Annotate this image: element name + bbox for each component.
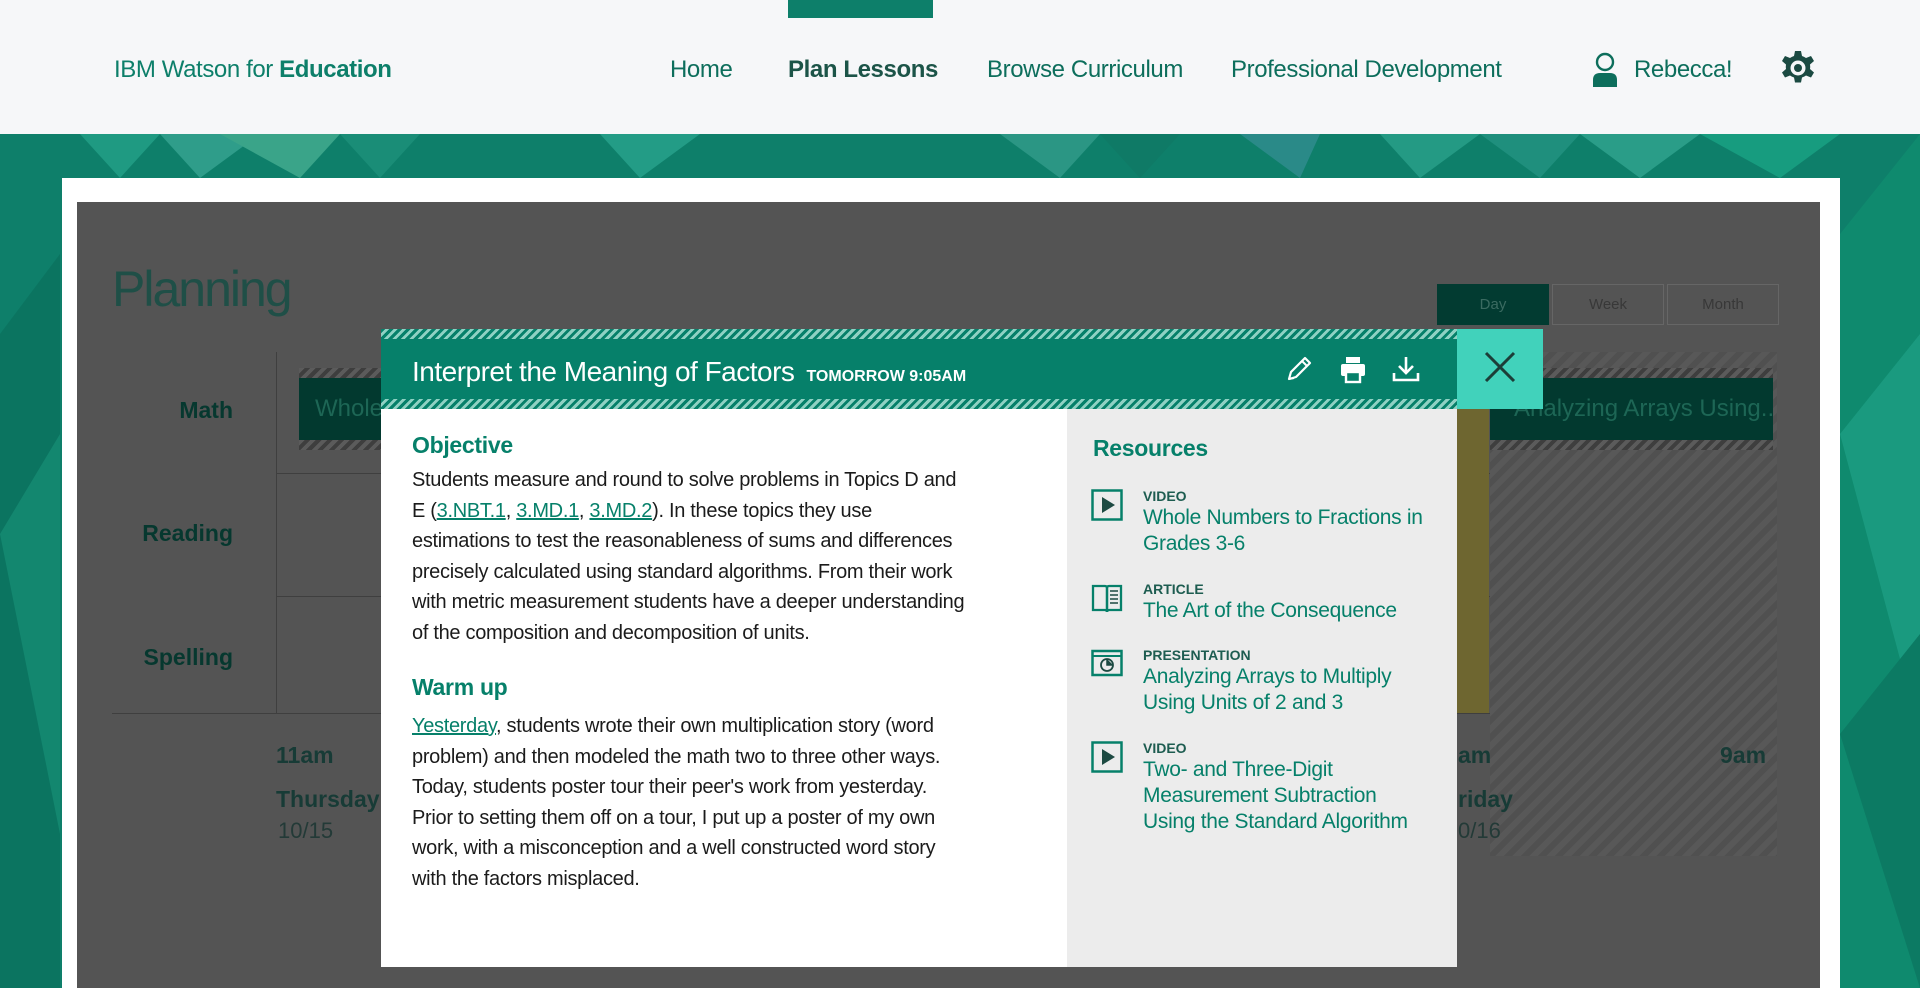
resource-type: ARTICLE: [1143, 581, 1204, 597]
lesson-details: Objective Students measure and round to …: [412, 432, 972, 894]
resource-title[interactable]: The Art of the Consequence: [1143, 598, 1433, 624]
lesson-title: Interpret the Meaning of Factors: [412, 356, 795, 387]
resource-type: PRESENTATION: [1143, 647, 1251, 663]
nav-plan-lessons[interactable]: Plan Lessons: [788, 56, 938, 84]
row-label-spelling: Spelling: [143, 644, 233, 670]
event-bar: [1457, 409, 1489, 713]
brand-bold: Education: [279, 56, 392, 83]
lesson-modal: Interpret the Meaning of Factors TOMORRO…: [381, 329, 1457, 967]
column-day-label: riday: [1458, 786, 1513, 812]
active-nav-indicator: [788, 0, 933, 18]
event-hatch: [1490, 440, 1773, 450]
brand-prefix: IBM Watson for: [114, 56, 280, 83]
resource-title[interactable]: Analyzing Arrays to Multiply Using Units…: [1143, 664, 1433, 716]
close-modal-button[interactable]: [1457, 329, 1543, 409]
edit-pencil-icon[interactable]: [1281, 351, 1317, 387]
close-icon: [1484, 351, 1516, 383]
column-date-label: 0/16: [1458, 818, 1501, 843]
yesterday-link[interactable]: Yesterday: [412, 715, 496, 737]
user-name: Rebecca!: [1634, 56, 1733, 83]
presentation-icon: [1091, 649, 1123, 677]
column-time-label: 9am: [1720, 742, 1767, 768]
standard-link-3md1[interactable]: 3.MD.1: [516, 500, 579, 522]
resource-type: VIDEO: [1143, 740, 1187, 756]
separator: ,: [578, 499, 590, 522]
page-title: Planning: [112, 261, 293, 317]
warmup-heading: Warm up: [412, 674, 508, 700]
video-play-icon: [1091, 489, 1123, 521]
event-whole[interactable]: Whole: [299, 378, 381, 440]
book-icon: [1091, 584, 1123, 613]
video-play-icon: [1091, 741, 1123, 773]
column-time-label: am: [1458, 742, 1492, 768]
standard-link-3nbt1[interactable]: 3.NBT.1: [437, 500, 506, 522]
resource-type: VIDEO: [1143, 488, 1187, 504]
standard-link-3md2[interactable]: 3.MD.2: [589, 500, 652, 522]
resources-heading: Resources: [1093, 435, 1208, 461]
modal-title: Interpret the Meaning of Factors TOMORRO…: [412, 356, 966, 388]
view-switcher: Day Week Month: [1437, 284, 1779, 325]
row-label-math: Math: [179, 397, 233, 423]
event-hatch: [299, 368, 381, 378]
lesson-time: TOMORROW 9:05AM: [806, 368, 967, 385]
modal-header-hatch: [381, 329, 1457, 339]
user-icon: [1593, 52, 1617, 87]
user-menu[interactable]: Rebecca!: [1590, 50, 1733, 90]
print-icon[interactable]: [1335, 351, 1371, 387]
separator: ,: [505, 499, 517, 522]
column-day-label: Thursday: [276, 786, 380, 812]
grid-divider: [276, 352, 277, 714]
column-time-label: 11am: [276, 742, 334, 768]
warmup-text: Yesterday, students wrote their own mult…: [412, 711, 972, 894]
top-header: IBM Watson for Education Home Plan Lesso…: [0, 0, 1920, 134]
view-day-button[interactable]: Day: [1437, 284, 1549, 325]
nav-professional-development[interactable]: Professional Development: [1231, 56, 1502, 84]
brand-logo[interactable]: IBM Watson for Education: [114, 56, 392, 84]
resource-title[interactable]: Two- and Three-Digit Measurement Subtrac…: [1143, 757, 1433, 835]
resources-panel: Resources VIDEO Whole Numbers to Fractio…: [1067, 409, 1457, 967]
nav-browse-curriculum[interactable]: Browse Curriculum: [987, 56, 1183, 84]
objective-text: Students measure and round to solve prob…: [412, 465, 972, 648]
settings-gear-icon[interactable]: [1778, 48, 1818, 88]
nav-home[interactable]: Home: [670, 56, 733, 84]
view-month-button[interactable]: Month: [1667, 284, 1779, 325]
download-icon[interactable]: [1388, 351, 1424, 387]
event-hatch: [299, 440, 381, 450]
row-label-reading: Reading: [142, 520, 233, 546]
objective-heading: Objective: [412, 432, 513, 458]
modal-header-hatch: [381, 399, 1457, 409]
resource-title[interactable]: Whole Numbers to Fractions in Grades 3-6: [1143, 505, 1433, 557]
column-date-label: 10/15: [278, 818, 334, 843]
warmup-text-body: , students wrote their own multiplicatio…: [412, 715, 941, 890]
view-week-button[interactable]: Week: [1552, 284, 1664, 325]
